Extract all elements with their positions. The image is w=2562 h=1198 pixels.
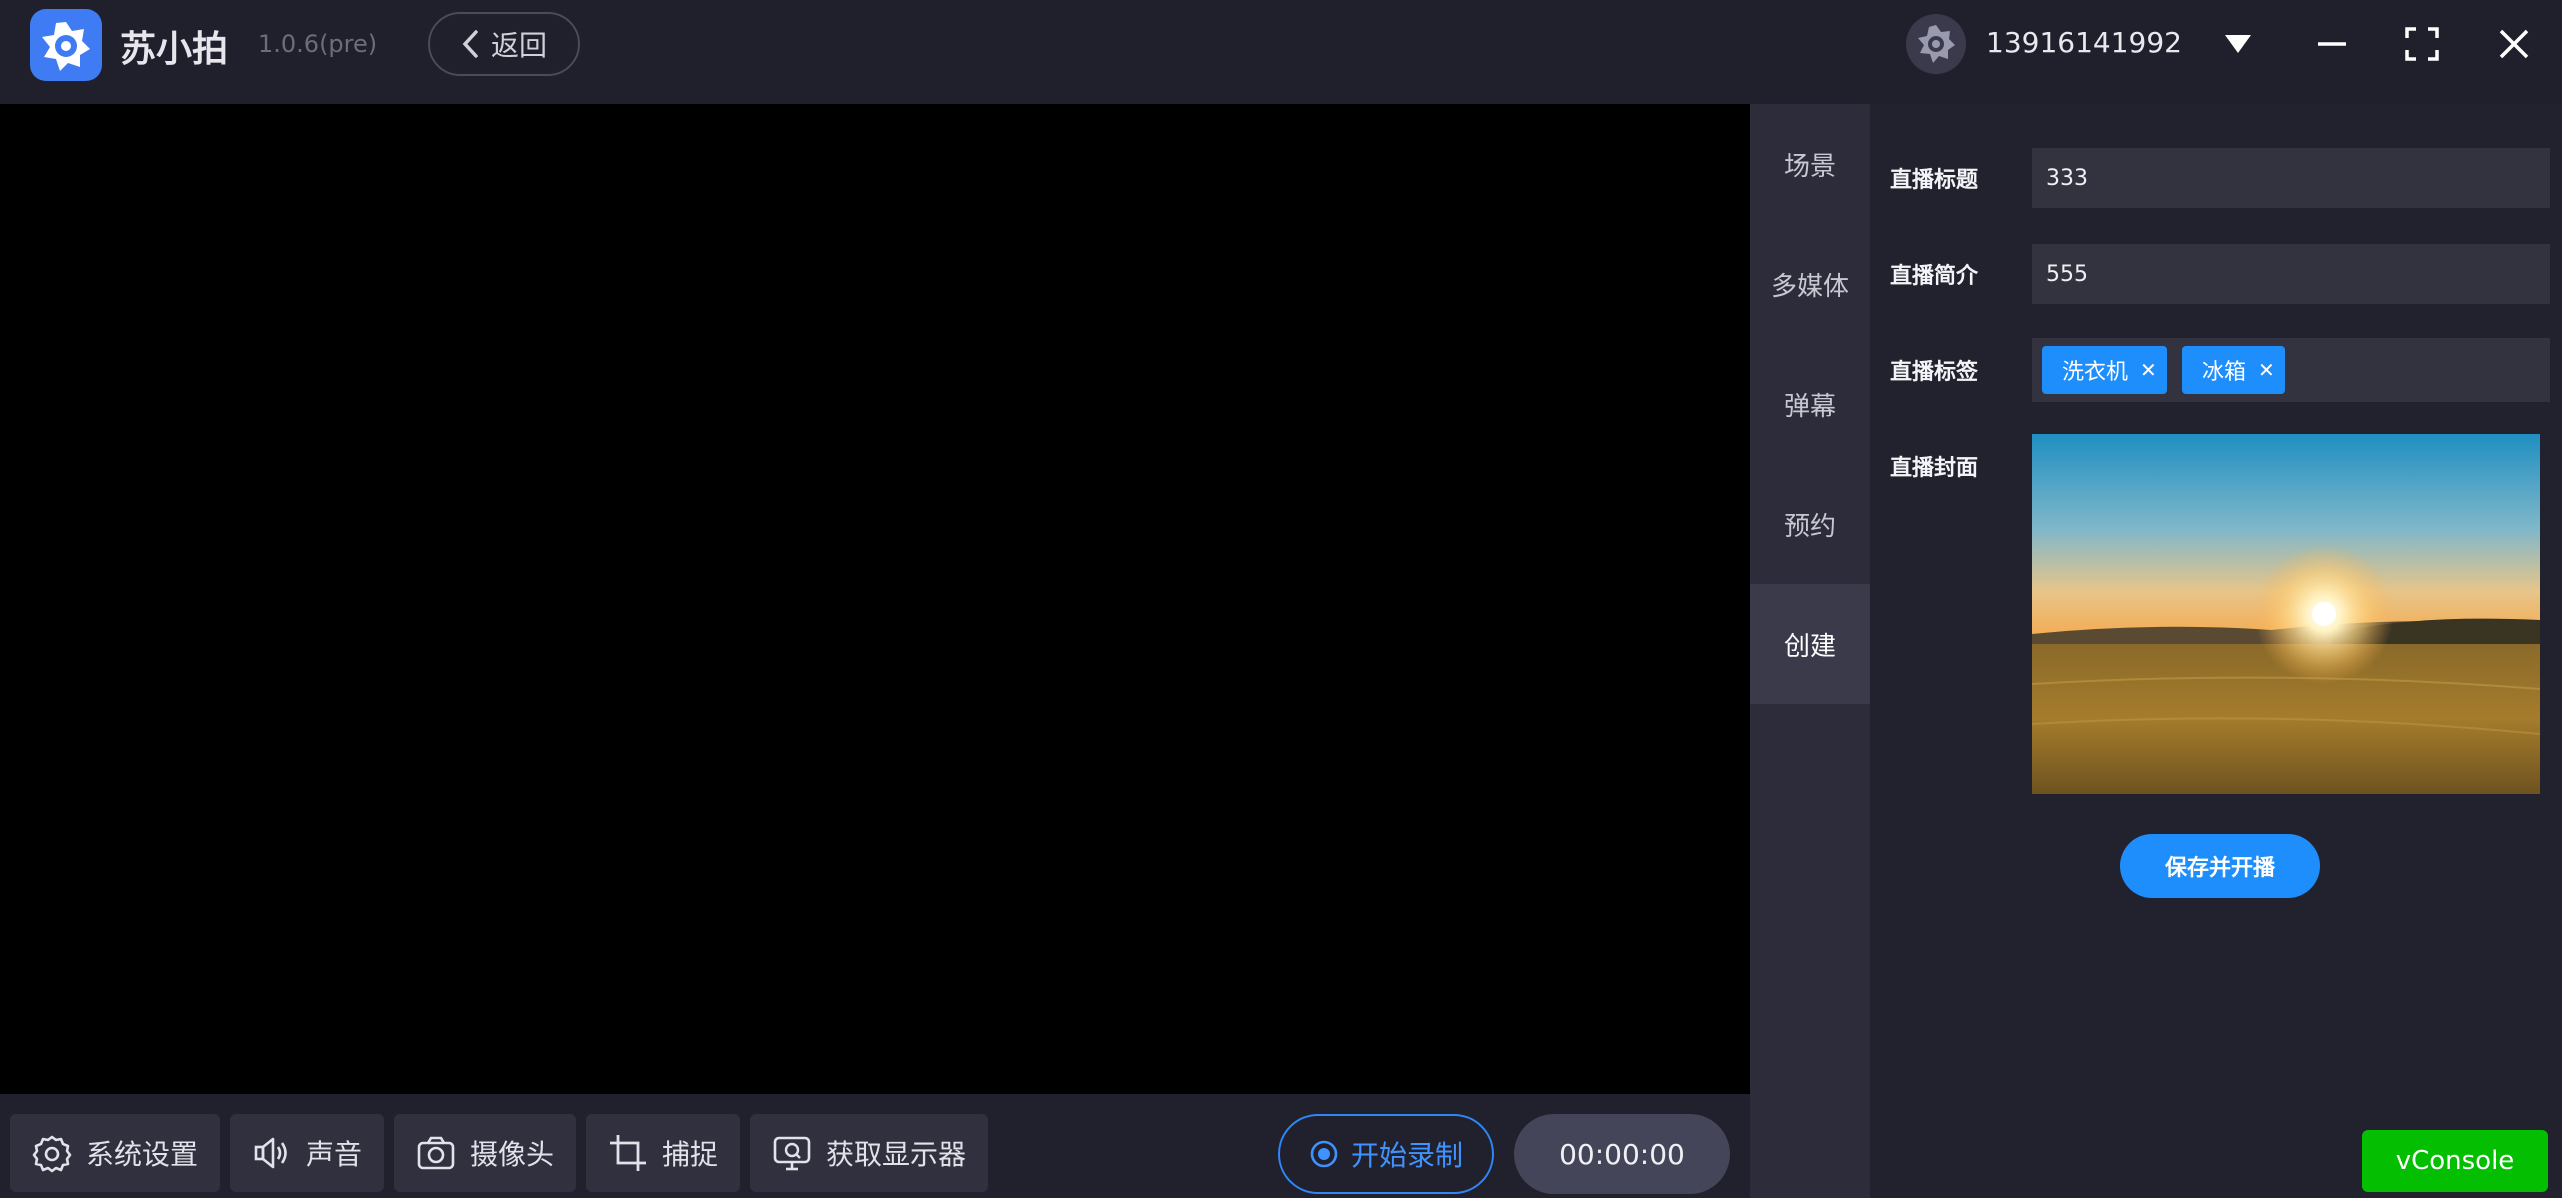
app-name: 苏小拍 (120, 29, 229, 70)
tag-chip-label: 冰箱 (2202, 360, 2247, 385)
live-cover-image[interactable] (2032, 434, 2540, 794)
create-live-panel: 直播标题 直播简介 直播标签 洗衣机 ✕ 冰箱 ✕ 直播封面 (1870, 104, 2562, 1198)
back-label: 返回 (490, 29, 547, 62)
live-tags-label: 直播标签 (1890, 360, 1979, 385)
get-display-label: 获取显示器 (826, 1138, 967, 1171)
vconsole-button[interactable]: vConsole (2362, 1130, 2548, 1192)
tag-chip: 冰箱 ✕ (2182, 346, 2285, 394)
tab-multimedia-label: 多媒体 (1770, 271, 1849, 302)
account-phone: 13916141992 (1986, 26, 2182, 59)
sound-button[interactable]: 声音 (230, 1114, 384, 1192)
fullscreen-button[interactable] (2392, 14, 2452, 74)
live-cover-label: 直播封面 (1890, 456, 1979, 481)
get-display-button[interactable]: 获取显示器 (750, 1114, 988, 1192)
tab-create[interactable]: 创建 (1750, 584, 1870, 704)
start-recording-label: 开始录制 (1350, 1139, 1463, 1172)
recording-timer: 00:00:00 (1514, 1114, 1730, 1194)
live-intro-input[interactable] (2032, 244, 2550, 304)
close-icon (2499, 29, 2529, 59)
record-icon (1310, 1140, 1338, 1168)
app-version: 1.0.6(pre) (258, 30, 378, 58)
back-button[interactable]: 返回 (428, 12, 580, 76)
tab-reservation[interactable]: 预约 (1750, 464, 1870, 584)
system-settings-button[interactable]: 系统设置 (10, 1114, 220, 1192)
tab-reservation-label: 预约 (1783, 511, 1836, 542)
chevron-left-icon (462, 30, 478, 58)
camera-label: 摄像头 (470, 1138, 555, 1171)
bottom-toolbar: 系统设置 声音 摄像头 捕捉 获取显示器 开始录制 00:00:00 (0, 1094, 1750, 1198)
account-dropdown-button[interactable] (2208, 14, 2268, 74)
minimize-icon (2318, 42, 2346, 46)
speaker-icon (254, 1137, 287, 1169)
start-recording-button[interactable]: 开始录制 (1278, 1114, 1494, 1194)
caret-down-icon (2225, 35, 2251, 53)
close-button[interactable] (2484, 14, 2544, 74)
tab-scene-label: 场景 (1783, 151, 1836, 182)
tab-create-label: 创建 (1783, 631, 1836, 662)
tab-scene[interactable]: 场景 (1750, 104, 1870, 224)
tag-remove-icon[interactable]: ✕ (2140, 358, 2157, 382)
crop-icon (610, 1135, 646, 1171)
tab-danmaku-label: 弹幕 (1783, 391, 1836, 422)
gear-icon (32, 1135, 72, 1173)
tag-chip-label: 洗衣机 (2062, 360, 2129, 385)
system-settings-label: 系统设置 (86, 1138, 199, 1171)
tab-multimedia[interactable]: 多媒体 (1750, 224, 1870, 344)
live-intro-label: 直播简介 (1890, 264, 1979, 289)
monitor-icon (773, 1136, 811, 1171)
title-bar: 苏小拍 1.0.6(pre) 返回 13916141992 (0, 0, 2562, 104)
camera-button[interactable]: 摄像头 (394, 1114, 576, 1192)
live-title-input[interactable] (2032, 148, 2550, 208)
camera-icon (417, 1136, 455, 1170)
app-logo (30, 9, 102, 81)
user-avatar-icon (1918, 25, 1955, 63)
capture-button[interactable]: 捕捉 (586, 1114, 740, 1192)
capture-label: 捕捉 (662, 1138, 719, 1171)
live-tags-input[interactable]: 洗衣机 ✕ 冰箱 ✕ (2032, 338, 2550, 402)
side-tabs: 场景 多媒体 弹幕 预约 创建 (1750, 104, 1870, 1198)
app-window: 苏小拍 1.0.6(pre) 返回 13916141992 系统设置 声音 摄像… (0, 0, 2562, 1198)
preview-canvas[interactable] (0, 104, 1750, 1094)
tab-danmaku[interactable]: 弹幕 (1750, 344, 1870, 464)
tag-chip: 洗衣机 ✕ (2042, 346, 2167, 394)
fullscreen-icon (2405, 27, 2439, 61)
minimize-button[interactable] (2302, 14, 2362, 74)
avatar[interactable] (1906, 14, 1966, 74)
save-and-start-live-button[interactable]: 保存并开播 (2120, 834, 2320, 898)
live-title-label: 直播标题 (1890, 168, 1979, 193)
tag-remove-icon[interactable]: ✕ (2258, 358, 2275, 382)
sound-label: 声音 (306, 1138, 363, 1171)
